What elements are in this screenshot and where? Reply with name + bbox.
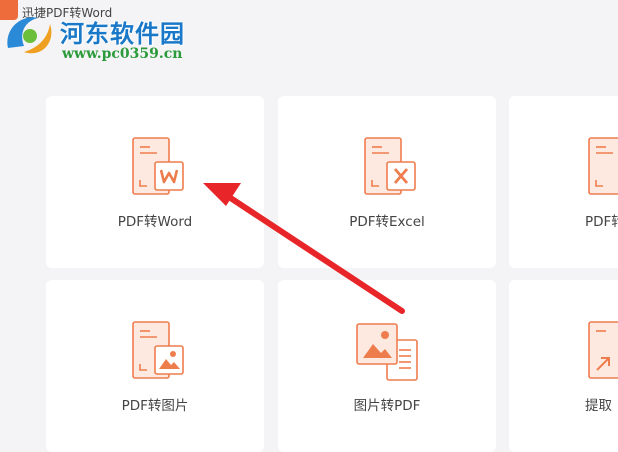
annotation-arrow (203, 183, 405, 314)
